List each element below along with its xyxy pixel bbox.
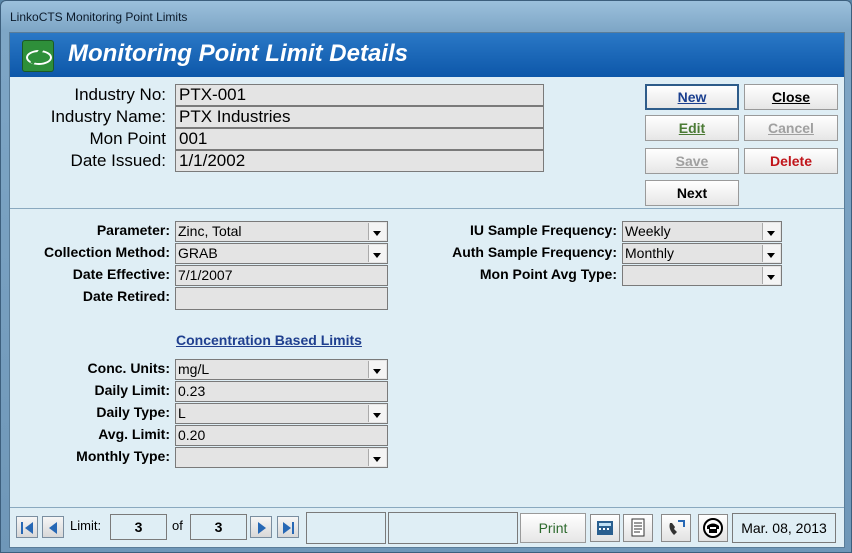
chevron-down-icon[interactable] bbox=[762, 267, 780, 284]
parameter-label: Parameter: bbox=[96, 222, 170, 238]
previous-record-icon[interactable] bbox=[42, 516, 64, 538]
mon-point-avg-type-label: Mon Point Avg Type: bbox=[479, 266, 617, 282]
edit-button[interactable]: Edit bbox=[645, 115, 739, 141]
date-effective-label: Date Effective: bbox=[72, 266, 170, 282]
auth-sample-frequency-label: Auth Sample Frequency: bbox=[452, 244, 617, 260]
conc-units-select[interactable]: mg/L bbox=[175, 359, 388, 380]
document-icon[interactable] bbox=[623, 514, 653, 542]
new-button[interactable]: New bbox=[645, 84, 739, 110]
concentration-limits-heading[interactable]: Concentration Based Limits bbox=[176, 332, 362, 348]
collection-method-value: GRAB bbox=[178, 245, 218, 261]
chevron-down-icon[interactable] bbox=[368, 245, 386, 262]
conc-units-label: Conc. Units: bbox=[87, 360, 170, 376]
iu-sample-frequency-value: Weekly bbox=[625, 223, 671, 239]
last-record-icon[interactable] bbox=[277, 516, 299, 538]
chevron-down-icon[interactable] bbox=[368, 361, 386, 378]
daily-limit-field[interactable]: 0.23 bbox=[175, 381, 388, 402]
window-title: LinkoCTS Monitoring Point Limits bbox=[10, 10, 188, 24]
daily-type-select[interactable]: L bbox=[175, 403, 388, 424]
save-button[interactable]: Save bbox=[645, 148, 739, 174]
mon-point-label: Mon Point bbox=[89, 129, 166, 148]
mon-point-avg-type-select[interactable] bbox=[622, 265, 782, 286]
current-record-field[interactable]: 3 bbox=[110, 514, 167, 540]
next-button[interactable]: Next bbox=[645, 180, 739, 206]
chevron-down-icon[interactable] bbox=[762, 223, 780, 240]
date-effective-field[interactable]: 7/1/2007 bbox=[175, 265, 388, 286]
cancel-button[interactable]: Cancel bbox=[744, 115, 838, 141]
daily-limit-label: Daily Limit: bbox=[94, 382, 170, 398]
form-client-area: Monitoring Point Limit Details Industry … bbox=[9, 32, 845, 548]
chevron-down-icon[interactable] bbox=[368, 223, 386, 240]
collection-method-label: Collection Method: bbox=[44, 244, 170, 260]
collection-method-select[interactable]: GRAB bbox=[175, 243, 388, 264]
limit-label: Limit: bbox=[70, 518, 102, 533]
next-record-icon[interactable] bbox=[250, 516, 272, 538]
title-bar: LinkoCTS Monitoring Point Limits bbox=[1, 1, 851, 31]
status-panel-2 bbox=[388, 512, 518, 544]
date-retired-label: Date Retired: bbox=[82, 288, 170, 304]
status-bar: Limit: 3 of 3 Print Mar. 08, 2013 bbox=[10, 507, 844, 548]
print-button[interactable]: Print bbox=[520, 513, 586, 543]
monthly-type-select[interactable] bbox=[175, 447, 388, 468]
auth-sample-frequency-select[interactable]: Monthly bbox=[622, 243, 782, 264]
mon-point-field[interactable]: 001 bbox=[175, 128, 544, 150]
industry-no-label: Industry No: bbox=[74, 85, 166, 104]
avg-limit-label: Avg. Limit: bbox=[98, 426, 170, 442]
telephone-icon[interactable] bbox=[698, 514, 728, 542]
parameter-value: Zinc, Total bbox=[178, 223, 242, 239]
date-issued-field[interactable]: 1/1/2002 bbox=[175, 150, 544, 172]
delete-button[interactable]: Delete bbox=[744, 148, 838, 174]
date-display: Mar. 08, 2013 bbox=[732, 513, 836, 543]
chevron-down-icon[interactable] bbox=[368, 449, 386, 466]
linko-logo-icon bbox=[22, 40, 54, 72]
industry-name-label: Industry Name: bbox=[50, 107, 166, 126]
iu-sample-frequency-label: IU Sample Frequency: bbox=[469, 222, 617, 238]
close-button[interactable]: Close bbox=[744, 84, 838, 110]
page-title: Monitoring Point Limit Details bbox=[68, 40, 408, 67]
form-header: Monitoring Point Limit Details bbox=[10, 33, 844, 77]
of-label: of bbox=[172, 518, 183, 533]
chevron-down-icon[interactable] bbox=[762, 245, 780, 262]
calculator-icon[interactable] bbox=[590, 514, 620, 542]
status-panel-1 bbox=[306, 512, 386, 544]
chevron-down-icon[interactable] bbox=[368, 405, 386, 422]
date-issued-label: Date Issued: bbox=[70, 151, 166, 170]
date-retired-field[interactable] bbox=[175, 287, 388, 310]
industry-name-field[interactable]: PTX Industries bbox=[175, 106, 544, 128]
phone-handset-icon[interactable] bbox=[661, 514, 691, 542]
section-divider bbox=[10, 208, 844, 209]
industry-no-field[interactable]: PTX-001 bbox=[175, 84, 544, 106]
avg-limit-field[interactable]: 0.20 bbox=[175, 425, 388, 446]
app-window: LinkoCTS Monitoring Point Limits Monitor… bbox=[0, 0, 852, 553]
daily-type-value: L bbox=[178, 405, 186, 421]
parameter-select[interactable]: Zinc, Total bbox=[175, 221, 388, 242]
conc-units-value: mg/L bbox=[178, 361, 210, 377]
first-record-icon[interactable] bbox=[16, 516, 38, 538]
monthly-type-label: Monthly Type: bbox=[76, 448, 170, 464]
iu-sample-frequency-select[interactable]: Weekly bbox=[622, 221, 782, 242]
total-records-field: 3 bbox=[190, 514, 247, 540]
auth-sample-frequency-value: Monthly bbox=[625, 245, 675, 261]
daily-type-label: Daily Type: bbox=[96, 404, 170, 420]
